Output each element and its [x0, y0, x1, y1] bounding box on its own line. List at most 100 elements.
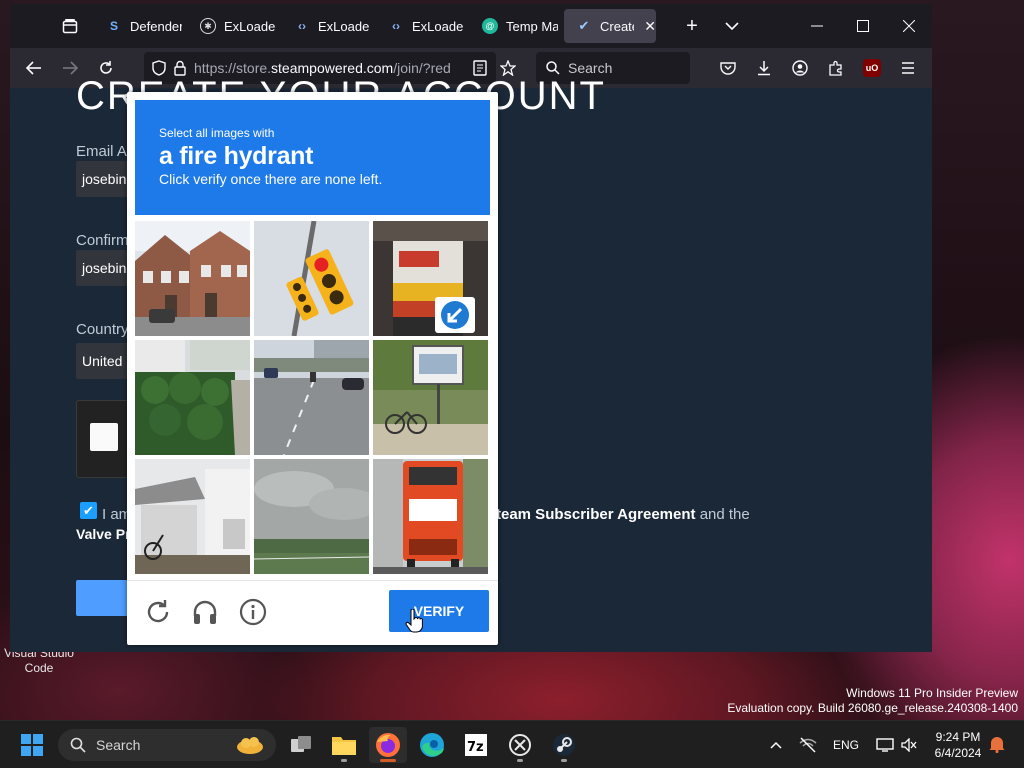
- valve-privacy-link[interactable]: Valve Pr: [76, 526, 131, 542]
- captcha-prompt: Select all images with a fire hydrant Cl…: [135, 100, 490, 215]
- info-button[interactable]: [238, 597, 268, 627]
- task-view-icon: [291, 736, 311, 752]
- clock[interactable]: 9:24 PM 6/4/2024: [928, 729, 988, 761]
- captcha-tile-traffic-light[interactable]: [254, 221, 369, 336]
- captcha-checkbox[interactable]: [90, 423, 118, 451]
- tab-label: ExLoader |: [224, 18, 276, 34]
- confirm-email-label: Confirm: [76, 232, 129, 249]
- tab-exloader-1[interactable]: ✱ ExLoader |: [188, 9, 282, 43]
- temp-mail-icon: @: [482, 18, 498, 34]
- subscriber-agreement-link[interactable]: team Subscriber Agreement: [496, 506, 696, 523]
- network-button[interactable]: [790, 737, 826, 753]
- menu-button[interactable]: [890, 52, 926, 84]
- captcha-tile-bicycles-sign[interactable]: [373, 340, 488, 455]
- country-label: Country: [76, 321, 129, 338]
- display-button[interactable]: [872, 738, 898, 752]
- firefox-view-button[interactable]: [50, 8, 90, 44]
- svg-text:7z: 7z: [467, 740, 484, 755]
- captcha-tile-road[interactable]: [254, 340, 369, 455]
- search-icon: [546, 61, 560, 75]
- captcha-tile-cloudy-field[interactable]: [254, 459, 369, 574]
- defender-icon: S: [109, 19, 118, 33]
- downloads-button[interactable]: [746, 52, 782, 84]
- captcha-tile-shed-bike[interactable]: [135, 459, 250, 574]
- steam-icon: ✔: [578, 18, 590, 33]
- ublock-button[interactable]: uO: [854, 52, 890, 84]
- pocket-icon: [720, 62, 736, 75]
- close-window-button[interactable]: [886, 4, 932, 48]
- agree-text-end: team Subscriber Agreement and the: [496, 506, 750, 523]
- exloader-icon: [509, 734, 531, 756]
- agree-checkbox[interactable]: ✔: [80, 502, 97, 519]
- country-value: United: [82, 353, 123, 369]
- firefox-taskbar-button[interactable]: [369, 727, 407, 763]
- exloader-taskbar-button[interactable]: [501, 727, 539, 763]
- tab-exloader-2[interactable]: ‹› ExLoader: [282, 9, 376, 43]
- network-disconnected-icon: [799, 737, 817, 753]
- confirm-email-value: josebin: [82, 260, 127, 276]
- pocket-button[interactable]: [710, 52, 746, 84]
- steam-taskbar-button[interactable]: [545, 727, 583, 763]
- firefox-icon: [376, 733, 400, 757]
- language-indicator[interactable]: ENG: [826, 738, 866, 752]
- captcha-footer-divider: [127, 580, 498, 581]
- start-button[interactable]: [13, 727, 51, 763]
- tab-label: Create: [600, 18, 634, 34]
- bell-icon: [989, 737, 1005, 754]
- captcha-image-grid: [135, 221, 490, 575]
- windows-logo-icon: [21, 734, 43, 756]
- prompt-instruction: Select all images with: [159, 126, 275, 140]
- monitor-icon: [876, 738, 894, 752]
- account-button[interactable]: [782, 52, 818, 84]
- file-explorer-button[interactable]: [325, 727, 363, 763]
- list-all-tabs-button[interactable]: [716, 10, 748, 42]
- info-icon: [239, 598, 267, 626]
- toolbar-buttons: uO: [710, 52, 926, 84]
- minimize-button[interactable]: [794, 4, 840, 48]
- taskbar-search[interactable]: Search: [58, 729, 276, 761]
- search-highlight-icon: [237, 737, 263, 754]
- tab-label: ExLoader: [318, 18, 370, 34]
- show-hidden-icons-button[interactable]: [766, 741, 786, 749]
- hand-cursor-icon: [405, 609, 423, 633]
- close-tab-icon[interactable]: ✕: [644, 18, 656, 35]
- hamburger-menu-icon: [902, 62, 914, 74]
- edge-taskbar-button[interactable]: [413, 727, 451, 763]
- tab-defender[interactable]: S Defender: [94, 9, 188, 43]
- clock-date: 6/4/2024: [934, 746, 982, 760]
- email-value: josebin: [82, 171, 127, 187]
- task-view-button[interactable]: [282, 727, 320, 763]
- tab-exloader-3[interactable]: ‹› ExLoader: [376, 9, 470, 43]
- volume-muted-icon: [901, 738, 917, 752]
- running-indicator: [341, 759, 347, 762]
- tab-create-steam[interactable]: ✔ Create ✕: [564, 9, 656, 43]
- refresh-challenge-button[interactable]: [143, 597, 173, 627]
- extensions-button[interactable]: [818, 52, 854, 84]
- notifications-button[interactable]: [988, 735, 1008, 755]
- houses-image: [135, 221, 250, 336]
- hedge-image: [135, 340, 250, 455]
- prompt-hint: Click verify once there are none left.: [159, 171, 383, 187]
- system-tray: ENG: [766, 721, 920, 768]
- volume-button[interactable]: [898, 738, 920, 752]
- captcha-tile-hedge[interactable]: [135, 340, 250, 455]
- watermark-line-1: Windows 11 Pro Insider Preview: [846, 686, 1018, 700]
- running-indicator: [517, 759, 523, 762]
- minimize-icon: [811, 25, 823, 27]
- captcha-tile-bus[interactable]: [373, 459, 488, 574]
- search-icon: [70, 737, 86, 753]
- tab-bar: S Defender ✱ ExLoader | ‹› ExLoader ‹› E…: [10, 4, 932, 48]
- firefox-view-icon: [62, 19, 78, 34]
- back-button[interactable]: [16, 52, 52, 84]
- captcha-tile-houses[interactable]: [135, 221, 250, 336]
- audio-challenge-button[interactable]: [190, 597, 220, 627]
- code-icon: ‹›: [392, 19, 400, 33]
- new-tab-button[interactable]: +: [676, 10, 708, 42]
- 7zip-taskbar-button[interactable]: 7z: [457, 727, 495, 763]
- tab-temp-mail[interactable]: @ Temp Ma: [470, 9, 564, 43]
- maximize-button[interactable]: [840, 4, 886, 48]
- verify-button[interactable]: VERIFY: [389, 590, 489, 632]
- running-indicator: [561, 759, 567, 762]
- close-icon: [903, 20, 915, 32]
- captcha-tile-truck-sign[interactable]: [373, 221, 488, 336]
